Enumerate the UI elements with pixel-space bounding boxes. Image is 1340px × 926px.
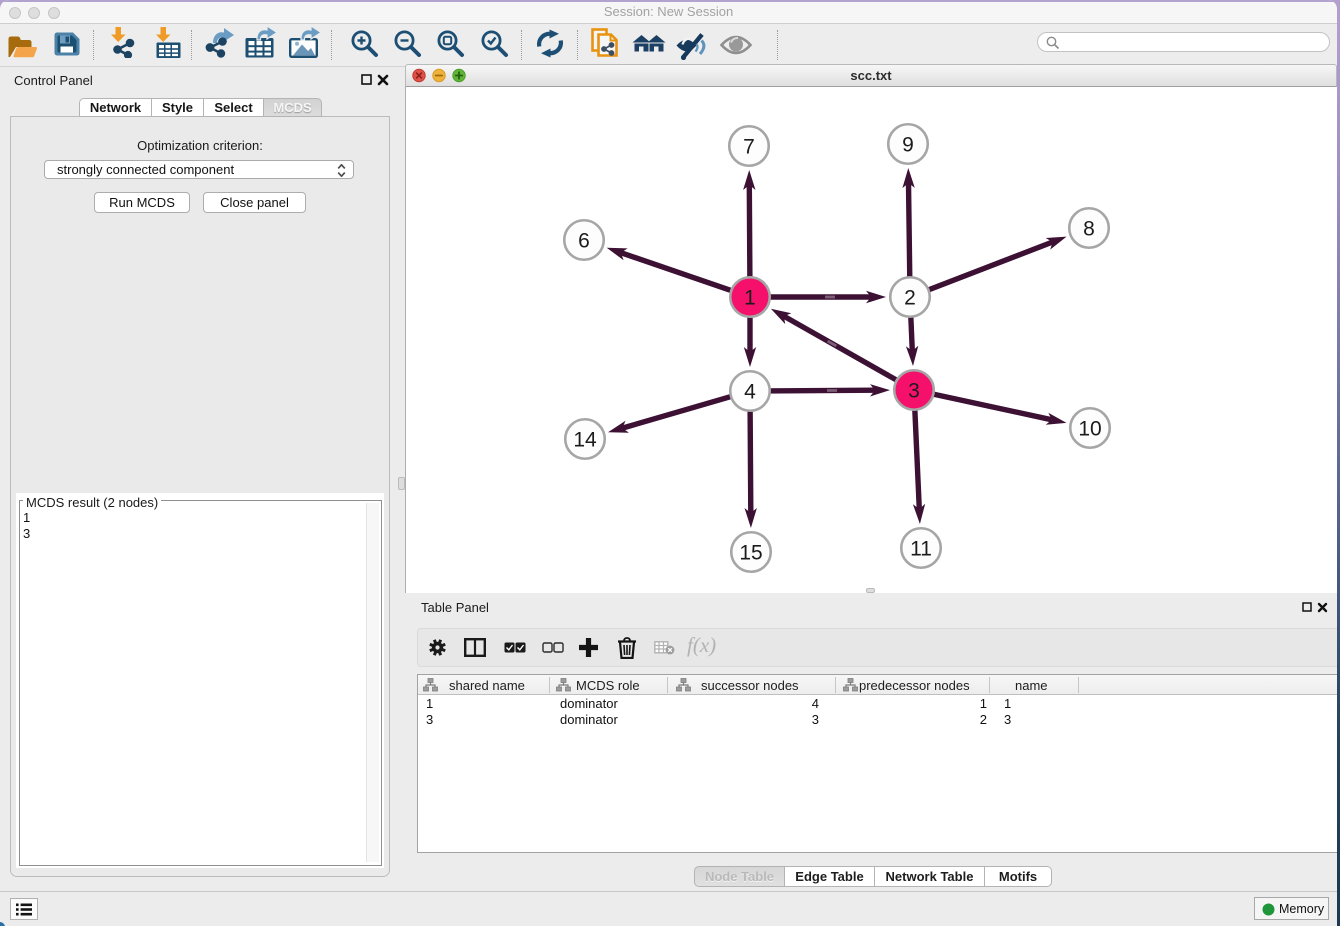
svg-text:4: 4 bbox=[744, 381, 756, 404]
svg-text:1: 1 bbox=[744, 287, 756, 310]
svg-text:6: 6 bbox=[578, 230, 590, 253]
svg-text:9: 9 bbox=[902, 134, 914, 157]
svg-text:8: 8 bbox=[1083, 218, 1095, 241]
svg-text:11: 11 bbox=[910, 538, 932, 561]
svg-text:10: 10 bbox=[1078, 418, 1101, 441]
svg-text:3: 3 bbox=[908, 380, 920, 403]
svg-text:14: 14 bbox=[573, 429, 597, 452]
svg-text:15: 15 bbox=[739, 542, 762, 565]
svg-text:7: 7 bbox=[743, 136, 755, 159]
svg-text:2: 2 bbox=[904, 287, 916, 310]
